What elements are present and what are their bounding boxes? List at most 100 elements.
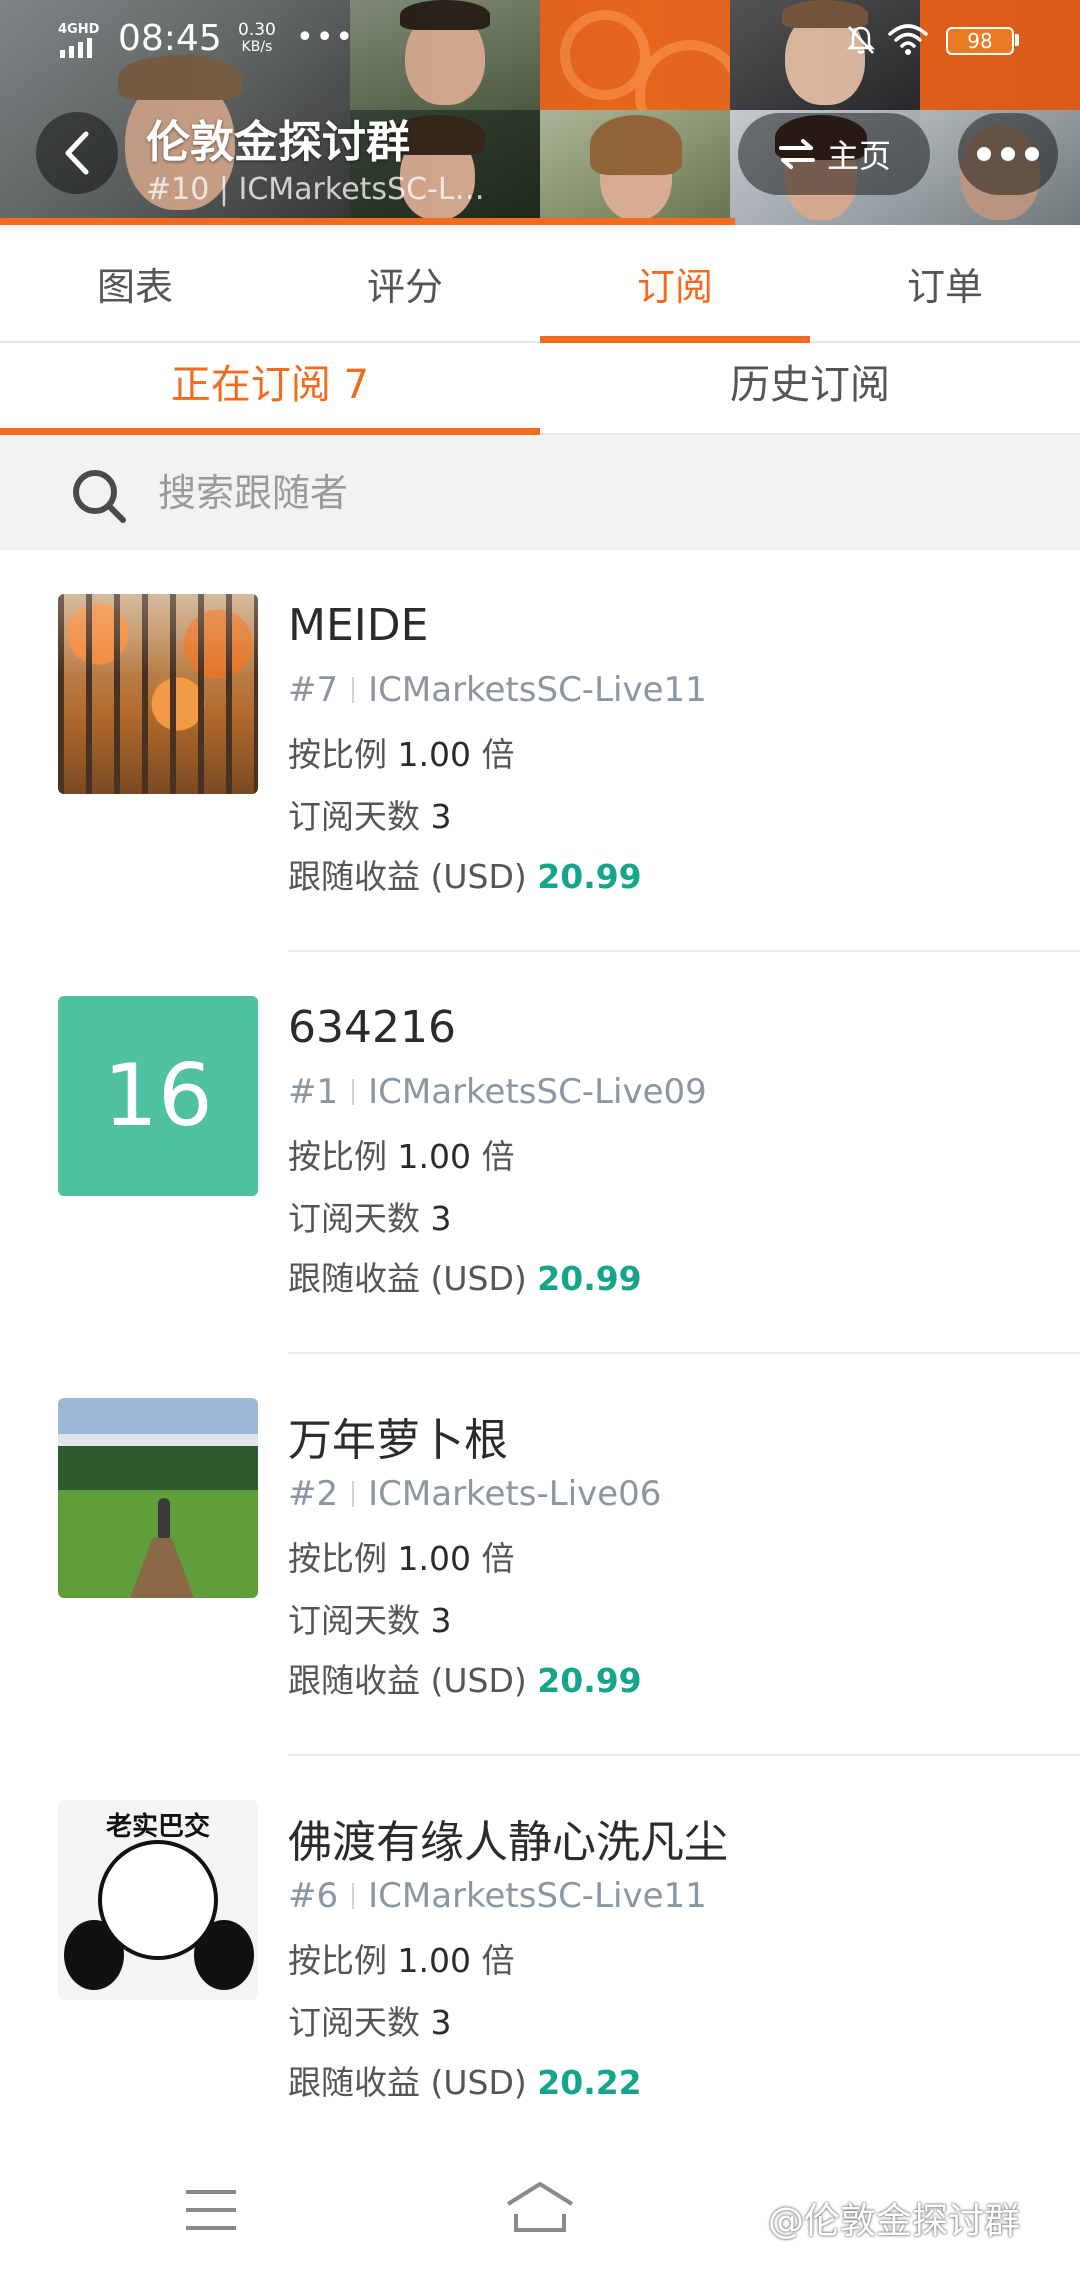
more-notifications-indicator: ••• <box>296 20 356 55</box>
more-options-button[interactable] <box>958 113 1058 195</box>
battery-tip <box>1015 34 1019 46</box>
divider <box>352 677 355 703</box>
divider <box>352 1883 355 1909</box>
more-dot-icon <box>977 147 991 161</box>
subscriber-list: MEIDE #7 ICMarketsSC-Live11 按比例 1.00 倍 订… <box>0 550 1080 2158</box>
search-bar <box>0 435 1080 550</box>
profile-header: 4GHD 08:45 0.30 KB/s ••• 98 伦敦金探讨群 #10 |… <box>0 0 1080 225</box>
ratio-value: 1.00 <box>397 735 471 774</box>
profit-row: 跟随收益 (USD) 20.22 <box>288 2056 642 2104</box>
subscriber-rank: #1 <box>288 1072 339 1112</box>
chevron-left-icon <box>65 131 89 175</box>
ratio-value: 1.00 <box>397 1539 471 1578</box>
avatar: 16 <box>58 996 258 1196</box>
profit-row: 跟随收益 (USD) 20.99 <box>288 1252 642 1300</box>
subscriber-rank: #2 <box>288 1474 339 1514</box>
ratio-value: 1.00 <box>397 1137 471 1176</box>
profit-value: 20.99 <box>537 857 642 896</box>
status-bar: 4GHD 08:45 0.30 KB/s ••• 98 <box>0 0 1080 80</box>
avatar-person-detail <box>158 1498 170 1538</box>
search-input[interactable] <box>156 457 1020 529</box>
days-row: 订阅天数 3 <box>288 1996 452 2044</box>
network-type: 4GHD <box>58 22 100 37</box>
list-item[interactable]: 老实巴交 佛渡有缘人静心洗凡尘 #6 ICMarketsSC-Live11 按比… <box>0 1756 1080 2158</box>
tab-orders[interactable]: 订单 <box>810 225 1080 341</box>
mute-icon <box>846 26 876 54</box>
page-subtitle: #10 | ICMarketsSC-L… <box>146 172 485 207</box>
search-icon <box>73 470 126 523</box>
net-speed: 0.30 KB/s <box>238 22 276 56</box>
tab-rating[interactable]: 评分 <box>270 225 540 341</box>
ratio-suffix: 倍 <box>481 1539 515 1578</box>
list-item[interactable]: 16 634216 #1 ICMarketsSC-Live09 按比例 1.00… <box>0 952 1080 1354</box>
menu-icon[interactable] <box>184 2188 238 2232</box>
days-value: 3 <box>430 797 452 836</box>
home-button-label: 主页 <box>826 137 891 175</box>
subscriber-server: ICMarketsSC-Live09 <box>368 1072 707 1112</box>
more-dot-icon <box>1025 147 1039 161</box>
ratio-row: 按比例 1.00 倍 <box>288 1934 514 1982</box>
profit-value: 20.99 <box>537 1259 642 1298</box>
wifi-icon <box>888 24 928 55</box>
tab-chart[interactable]: 图表 <box>0 225 270 341</box>
subtab-history-subscriptions[interactable]: 历史订阅 <box>540 343 1080 433</box>
list-item[interactable]: 万年萝卜根 #2 ICMarkets-Live06 按比例 1.00 倍 订阅天… <box>0 1354 1080 1756</box>
profit-row: 跟随收益 (USD) 20.99 <box>288 850 642 898</box>
profit-label: 跟随收益 (USD) <box>288 2063 527 2102</box>
battery-level: 98 <box>967 29 993 53</box>
ratio-suffix: 倍 <box>481 1941 515 1980</box>
subscription-subtabs: 正在订阅 7 历史订阅 <box>0 343 1080 435</box>
days-value: 3 <box>430 2003 452 2042</box>
subscriber-name: 万年萝卜根 <box>288 1415 508 1466</box>
subtab-current-subscriptions[interactable]: 正在订阅 7 <box>0 343 540 435</box>
subscriber-server: ICMarketsSC-Live11 <box>368 670 707 710</box>
avatar: 老实巴交 <box>58 1800 258 2000</box>
subscriber-meta: #6 ICMarketsSC-Live11 <box>288 1876 707 1916</box>
subscriber-name: 佛渡有缘人静心洗凡尘 <box>288 1817 728 1868</box>
more-dot-icon <box>1001 147 1015 161</box>
tab-subscriptions[interactable]: 订阅 <box>540 225 810 343</box>
ratio-label: 按比例 <box>288 1539 387 1578</box>
profit-label: 跟随收益 (USD) <box>288 1661 527 1700</box>
ratio-row: 按比例 1.00 倍 <box>288 1130 514 1178</box>
main-tabs: 图表 评分 订阅 订单 <box>0 225 1080 343</box>
days-row: 订阅天数 3 <box>288 1192 452 1240</box>
profit-label: 跟随收益 (USD) <box>288 857 527 896</box>
subscriber-rank: #6 <box>288 1876 339 1916</box>
subscriber-name: 634216 <box>288 1002 456 1053</box>
net-speed-unit: KB/s <box>241 39 273 55</box>
days-label: 订阅天数 <box>288 1601 420 1640</box>
days-label: 订阅天数 <box>288 1199 420 1238</box>
home-button[interactable]: 主页 <box>738 113 930 195</box>
ratio-suffix: 倍 <box>481 1137 515 1176</box>
ratio-suffix: 倍 <box>481 735 515 774</box>
back-button[interactable] <box>36 112 118 194</box>
profit-label: 跟随收益 (USD) <box>288 1259 527 1298</box>
subscriber-meta: #2 ICMarkets-Live06 <box>288 1474 661 1514</box>
avatar-text: 老实巴交 <box>105 1812 210 1842</box>
avatar-text: 16 <box>103 1046 213 1146</box>
profit-value: 20.22 <box>537 2063 642 2102</box>
days-row: 订阅天数 3 <box>288 1594 452 1642</box>
ratio-row: 按比例 1.00 倍 <box>288 1532 514 1580</box>
days-value: 3 <box>430 1199 452 1238</box>
swap-icon <box>778 139 815 169</box>
ratio-label: 按比例 <box>288 735 387 774</box>
subscriber-name: MEIDE <box>288 600 429 651</box>
list-item[interactable]: MEIDE #7 ICMarketsSC-Live11 按比例 1.00 倍 订… <box>0 550 1080 952</box>
days-label: 订阅天数 <box>288 2003 420 2042</box>
subscriber-rank: #7 <box>288 670 339 710</box>
days-row: 订阅天数 3 <box>288 790 452 838</box>
divider <box>352 1481 355 1507</box>
subscriber-meta: #7 ICMarketsSC-Live11 <box>288 670 707 710</box>
header-accent-strip <box>0 218 735 225</box>
avatar <box>58 1398 258 1598</box>
subscriber-server: ICMarketsSC-Live11 <box>368 1876 707 1916</box>
signal-icon <box>60 38 92 58</box>
ratio-value: 1.00 <box>397 1941 471 1980</box>
home-icon[interactable] <box>504 2180 576 2236</box>
ratio-row: 按比例 1.00 倍 <box>288 728 514 776</box>
page-title: 伦敦金探讨群 <box>146 117 410 168</box>
avatar-path-detail <box>130 1538 194 1598</box>
profit-row: 跟随收益 (USD) 20.99 <box>288 1654 642 1702</box>
